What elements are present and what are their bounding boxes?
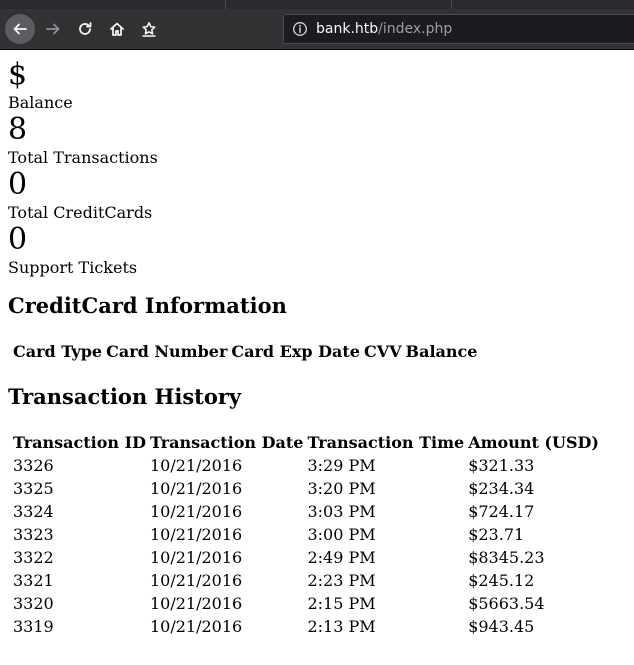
browser-toolbar: bank.htb/index.php — [0, 9, 634, 49]
transaction-time-cell: 3:03 PM — [307, 502, 376, 521]
back-button[interactable] — [5, 14, 35, 44]
toolbar-divider — [0, 49, 634, 50]
transaction-amount-cell: $724.17 — [468, 502, 535, 521]
forward-button[interactable] — [38, 14, 68, 44]
tickets-stat: 0 Support Tickets — [8, 222, 628, 277]
reload-icon — [77, 21, 93, 37]
column-header: Balance — [405, 342, 478, 361]
table-row: 3322 10/21/2016 2:49 PM $8345.23 — [12, 547, 600, 568]
transaction-date-cell: 10/21/2016 — [150, 617, 243, 636]
table-row: 3321 10/21/2016 2:23 PM $245.12 — [12, 570, 600, 591]
info-icon[interactable] — [292, 21, 308, 37]
tickets-label: Support Tickets — [8, 258, 138, 277]
transaction-header-row: Transaction ID Transaction Date Transact… — [12, 432, 600, 453]
browser-tab[interactable] — [226, 0, 452, 9]
transactions-label: Total Transactions — [8, 148, 158, 167]
table-row: 3320 10/21/2016 2:15 PM $5663.54 — [12, 593, 600, 614]
column-header: Card Exp Date — [231, 342, 360, 361]
column-header: Amount (USD) — [468, 433, 599, 452]
table-row: 3323 10/21/2016 3:00 PM $23.71 — [12, 524, 600, 545]
transaction-table: Transaction ID Transaction Date Transact… — [10, 430, 602, 639]
url-path: /index.php — [378, 21, 453, 37]
tab-strip — [0, 0, 634, 9]
browser-tab[interactable] — [452, 0, 634, 9]
url-bar[interactable]: bank.htb/index.php — [283, 14, 634, 44]
table-row: 3326 10/21/2016 3:29 PM $321.33 — [12, 455, 600, 476]
transaction-id-cell: 3324 — [13, 502, 54, 521]
bookmark-button[interactable] — [134, 14, 164, 44]
transaction-amount-cell: $943.45 — [468, 617, 535, 636]
url-host: bank.htb — [316, 21, 379, 37]
transaction-time-cell: 3:00 PM — [307, 525, 376, 544]
column-header: Transaction Time — [307, 433, 465, 452]
transaction-date-cell: 10/21/2016 — [150, 548, 243, 567]
home-icon — [109, 21, 125, 37]
column-header: CVV — [363, 342, 402, 361]
table-row: 3325 10/21/2016 3:20 PM $234.34 — [12, 478, 600, 499]
page-content: $ Balance 8 Total Transactions 0 Total C… — [8, 57, 628, 639]
column-header: Transaction ID — [13, 433, 146, 452]
transaction-date-cell: 10/21/2016 — [150, 594, 243, 613]
transaction-amount-cell: $5663.54 — [468, 594, 545, 613]
star-bookmark-icon — [141, 21, 157, 37]
column-header: Transaction Date — [150, 433, 304, 452]
transactions-count: 8 — [8, 112, 28, 147]
transaction-date-cell: 10/21/2016 — [150, 502, 243, 521]
transaction-id-cell: 3319 — [13, 617, 54, 636]
transaction-amount-cell: $8345.23 — [468, 548, 545, 567]
arrow-right-icon — [45, 21, 61, 37]
creditcard-table: Card Type Card Number Card Exp Date CVV … — [10, 339, 480, 364]
table-row: 3319 10/21/2016 2:13 PM $943.45 — [12, 616, 600, 637]
creditcard-section-title: CreditCard Information — [8, 293, 287, 318]
reload-button[interactable] — [70, 14, 100, 44]
creditcards-count: 0 — [8, 167, 28, 202]
transaction-id-cell: 3320 — [13, 594, 54, 613]
balance-value: $ — [8, 57, 28, 92]
transaction-id-cell: 3321 — [13, 571, 54, 590]
balance-stat: $ Balance — [8, 57, 628, 112]
balance-label: Balance — [8, 93, 73, 112]
creditcards-stat: 0 Total CreditCards — [8, 167, 628, 222]
transaction-time-cell: 2:49 PM — [307, 548, 376, 567]
transaction-time-cell: 2:15 PM — [307, 594, 376, 613]
transaction-amount-cell: $245.12 — [468, 571, 535, 590]
column-header: Card Number — [106, 342, 228, 361]
transaction-date-cell: 10/21/2016 — [150, 479, 243, 498]
transaction-section-title: Transaction History — [8, 384, 242, 409]
tickets-count: 0 — [8, 222, 28, 257]
transaction-amount-cell: $23.71 — [468, 525, 525, 544]
home-button[interactable] — [102, 14, 132, 44]
transactions-stat: 8 Total Transactions — [8, 112, 628, 167]
transaction-time-cell: 2:23 PM — [307, 571, 376, 590]
browser-tab[interactable] — [0, 0, 226, 9]
transaction-time-cell: 3:29 PM — [307, 456, 376, 475]
transaction-time-cell: 3:20 PM — [307, 479, 376, 498]
arrow-left-icon — [12, 21, 28, 37]
transaction-date-cell: 10/21/2016 — [150, 571, 243, 590]
transaction-time-cell: 2:13 PM — [307, 617, 376, 636]
table-row: 3324 10/21/2016 3:03 PM $724.17 — [12, 501, 600, 522]
transaction-date-cell: 10/21/2016 — [150, 456, 243, 475]
creditcard-header-row: Card Type Card Number Card Exp Date CVV … — [12, 341, 478, 362]
transaction-id-cell: 3326 — [13, 456, 54, 475]
transaction-amount-cell: $234.34 — [468, 479, 535, 498]
transaction-amount-cell: $321.33 — [468, 456, 535, 475]
transaction-id-cell: 3323 — [13, 525, 54, 544]
column-header: Card Type — [13, 342, 103, 361]
url-text[interactable]: bank.htb/index.php — [316, 21, 452, 37]
creditcards-label: Total CreditCards — [8, 203, 153, 222]
transaction-date-cell: 10/21/2016 — [150, 525, 243, 544]
transaction-id-cell: 3325 — [13, 479, 54, 498]
transaction-id-cell: 3322 — [13, 548, 54, 567]
